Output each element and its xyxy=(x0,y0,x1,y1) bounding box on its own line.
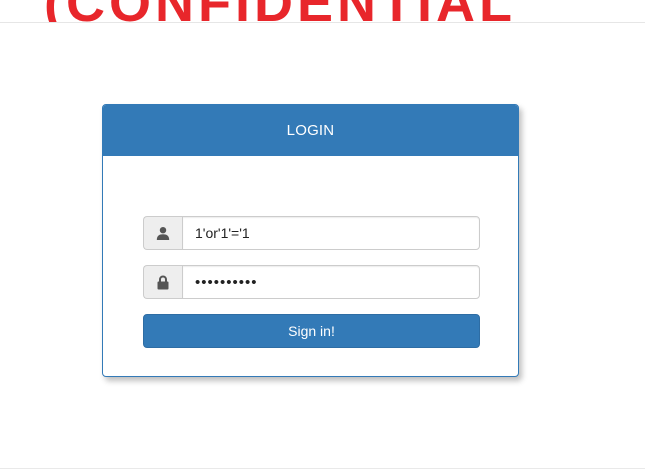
confidential-stamp: (CONFIDENTIAL xyxy=(44,0,516,22)
confidential-banner: (CONFIDENTIAL xyxy=(0,0,645,23)
username-input-group xyxy=(143,216,480,250)
password-input-group xyxy=(143,265,480,299)
login-panel: LOGIN Sign in! xyxy=(102,104,519,377)
username-input[interactable] xyxy=(182,216,480,250)
password-input[interactable] xyxy=(182,265,480,299)
user-icon xyxy=(143,216,182,250)
sign-in-button[interactable]: Sign in! xyxy=(143,314,480,348)
page-divider xyxy=(0,468,645,469)
lock-icon xyxy=(143,265,182,299)
login-heading: LOGIN xyxy=(103,105,518,156)
login-page: (CONFIDENTIAL LOGIN Sign in! xyxy=(0,0,645,471)
